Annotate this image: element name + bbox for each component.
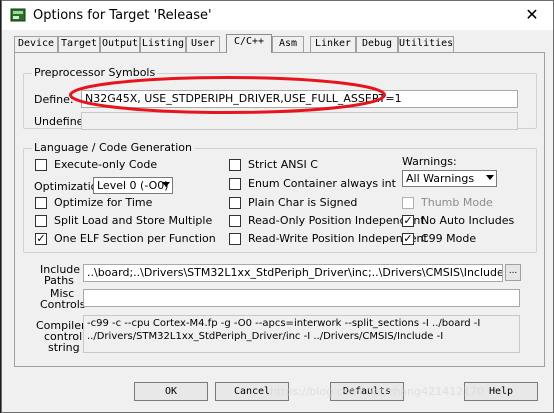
compiler-control-string: -c99 -c --cpu Cortex-M4.fp -g -O0 --apcs… (83, 315, 520, 353)
compiler-line-1: -c99 -c --cpu Cortex-M4.fp -g -O0 --apcs… (87, 318, 481, 329)
chevron-down-icon (162, 182, 170, 187)
cancel-button[interactable]: Cancel (215, 382, 289, 401)
ro-pi-box[interactable] (229, 215, 241, 227)
strict-ansi-box[interactable] (229, 159, 241, 171)
tab-panel-c-cpp: Preprocessor Symbols Define: N32G45X, US… (14, 52, 545, 367)
optimize-time-label: Optimize for Time (54, 196, 153, 209)
enum-container-box[interactable] (229, 178, 241, 190)
define-label: Define: (34, 93, 74, 106)
warnings-select[interactable]: All Warnings (402, 170, 497, 187)
misc-label-2: Controls (40, 298, 86, 311)
tab-user[interactable]: User (186, 36, 220, 52)
tab-c-cpp[interactable]: C/C++ (226, 34, 272, 53)
enum-container-label: Enum Container always int (248, 177, 396, 190)
compiler-line-2: ../Drivers/STM32L1xx_StdPeriph_Driver/in… (87, 331, 444, 342)
tab-utilities[interactable]: Utilities (398, 36, 454, 52)
check-icon[interactable]: ✓ (402, 215, 414, 227)
tab-debug[interactable]: Debug (356, 36, 398, 52)
close-icon[interactable]: ✕ (518, 5, 546, 25)
optimization-select[interactable]: Level 0 (-O0) (93, 177, 173, 194)
tab-output[interactable]: Output (100, 36, 140, 52)
split-load-box[interactable] (35, 215, 47, 227)
thumb-mode-label: Thumb Mode (421, 196, 493, 209)
preprocessor-group-title: Preprocessor Symbols (32, 66, 158, 79)
compiler-label-3: string (48, 341, 80, 354)
plain-char-label: Plain Char is Signed (248, 196, 358, 209)
chevron-down-icon (486, 175, 494, 180)
misc-controls-input[interactable] (83, 289, 520, 307)
check-icon[interactable]: ✓ (402, 233, 414, 245)
ro-pi-label: Read-Only Position Independent (248, 214, 425, 227)
optimize-time-box[interactable] (35, 197, 47, 209)
one-elf-label: One ELF Section per Function (54, 232, 216, 245)
optimization-value: Level 0 (-O0) (97, 179, 169, 192)
browse-include-button[interactable]: ... (505, 264, 521, 281)
help-button[interactable]: Help (464, 382, 538, 401)
tab-target[interactable]: Target (58, 36, 100, 52)
split-load-label: Split Load and Store Multiple (54, 214, 213, 227)
include-paths-input[interactable]: ..\board;..\Drivers\STM32L1xx_StdPeriph_… (83, 264, 503, 282)
define-input[interactable]: N32G45X, USE_STDPERIPH_DRIVER,USE_FULL_A… (81, 90, 518, 108)
rw-pi-box[interactable] (229, 233, 241, 245)
tab-device[interactable]: Device (14, 36, 58, 52)
no-auto-includes-label: No Auto Includes (421, 214, 515, 227)
tab-linker[interactable]: Linker (310, 36, 356, 52)
warnings-value: All Warnings (406, 172, 475, 185)
execute-only-box[interactable] (35, 159, 47, 171)
ok-button[interactable]: OK (134, 382, 208, 401)
title-bar[interactable]: Options for Target 'Release' ✕ (2, 1, 553, 30)
include-label-2: Paths (44, 274, 74, 287)
window-title: Options for Target 'Release' (33, 8, 212, 23)
defaults-button[interactable]: Defaults (330, 382, 404, 401)
options-dialog: Options for Target 'Release' ✕ Device Ta… (1, 0, 554, 413)
codegen-group-title: Language / Code Generation (32, 141, 195, 154)
thumb-mode-box[interactable] (402, 197, 414, 209)
keil-app-icon (10, 8, 26, 22)
tab-asm[interactable]: Asm (272, 36, 304, 52)
check-icon[interactable]: ✓ (35, 233, 47, 245)
warnings-label: Warnings: (402, 155, 457, 168)
undefine-label: Undefine: (34, 115, 88, 128)
c99-mode-label: C99 Mode (421, 232, 477, 245)
execute-only-label: Execute-only Code (54, 158, 158, 171)
tab-listing[interactable]: Listing (140, 36, 186, 52)
plain-char-box[interactable] (229, 197, 241, 209)
rw-pi-label: Read-Write Position Independent (248, 232, 428, 245)
undefine-input[interactable] (81, 112, 518, 130)
strict-ansi-label: Strict ANSI C (248, 158, 318, 171)
